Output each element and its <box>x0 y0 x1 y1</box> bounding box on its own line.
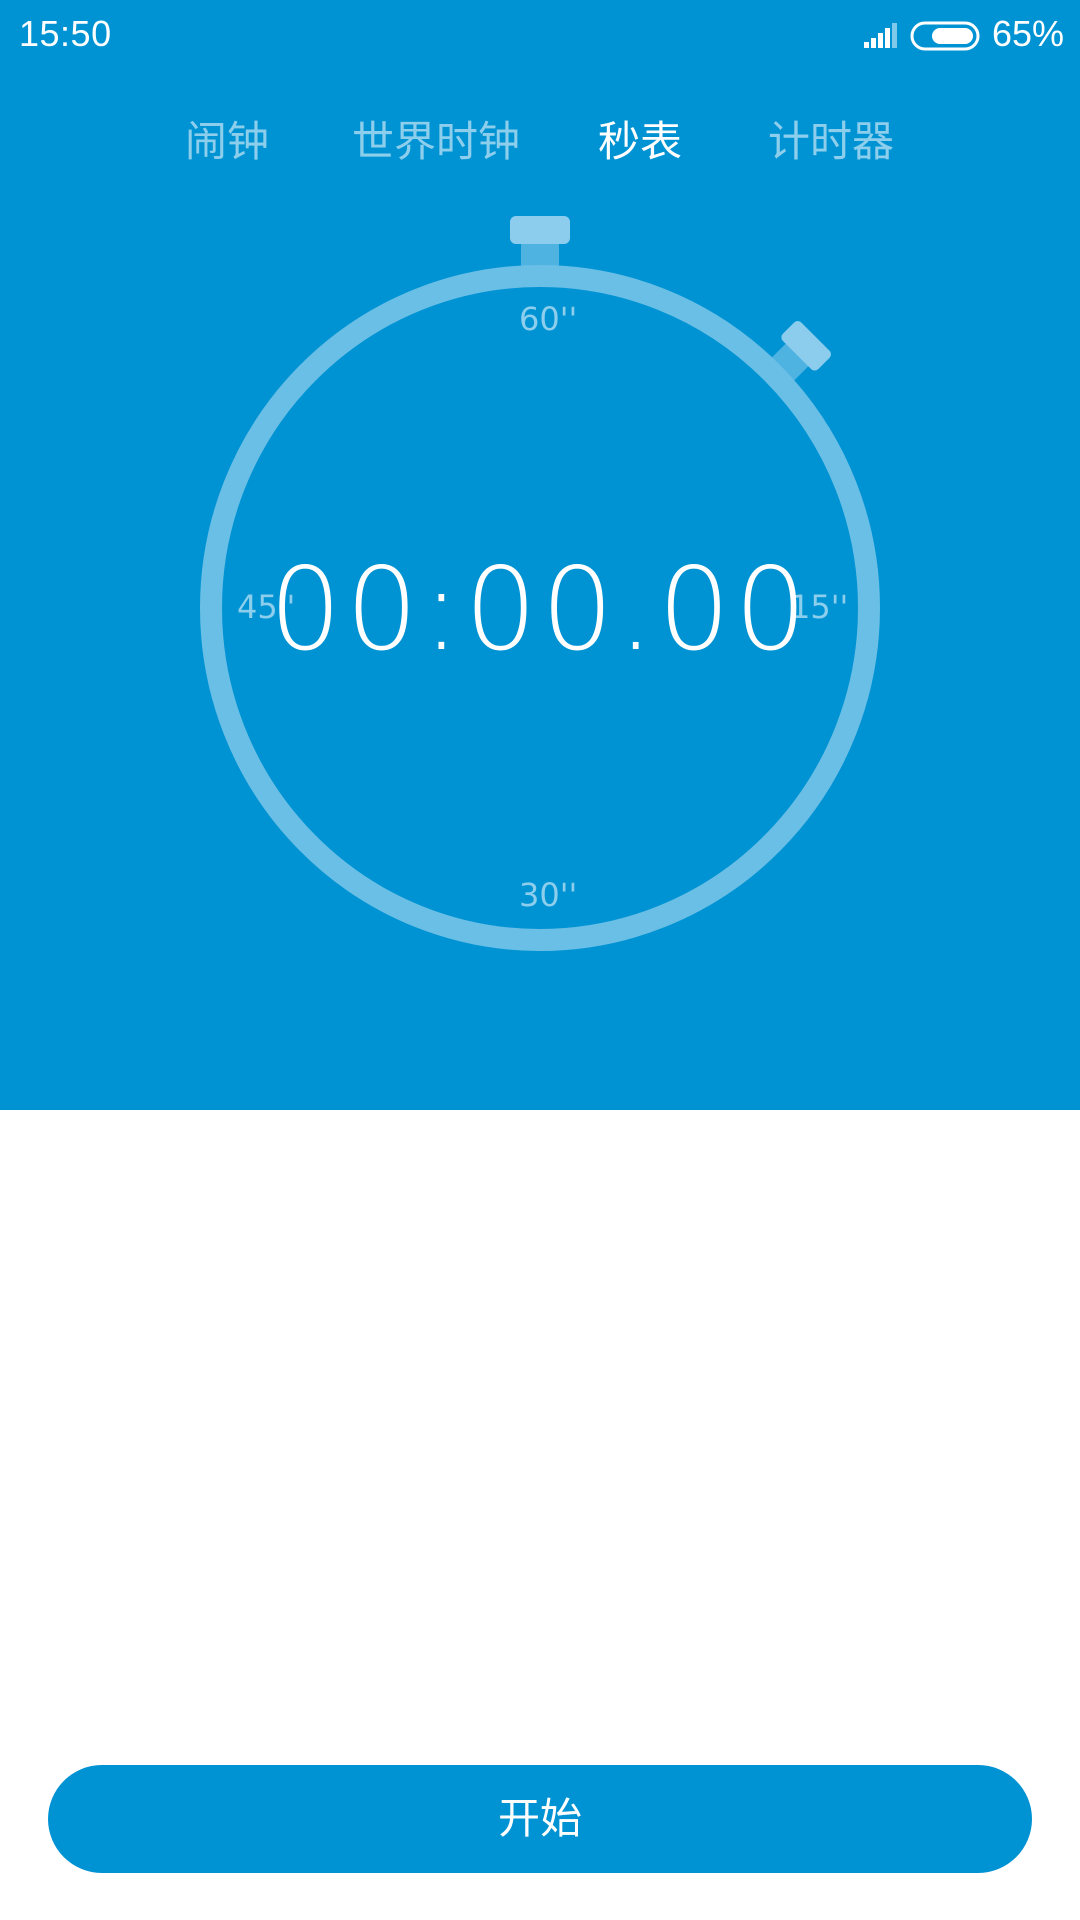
dial-mark-30: 30'' <box>519 876 578 914</box>
tab-world-clock[interactable]: 世界时钟 <box>352 112 520 172</box>
status-bar: 15:50 65% <box>0 0 1080 70</box>
status-time: 15:50 <box>19 13 112 54</box>
tab-alarm[interactable]: 闹钟 <box>185 112 269 172</box>
start-button[interactable]: 开始 <box>48 1765 1032 1873</box>
tab-stopwatch[interactable]: 秒表 <box>598 112 682 172</box>
stopwatch-crown <box>510 216 570 244</box>
tab-bar: 闹钟 世界时钟 秒表 计时器 <box>0 112 1080 172</box>
battery-percent: 65% <box>992 13 1065 54</box>
tab-timer[interactable]: 计时器 <box>768 112 894 172</box>
stopwatch-header-panel: 15:50 65% 闹钟 世界时钟 秒表 计时器 60'' 15'' 30'' … <box>0 0 1080 1110</box>
dial-mark-60: 60'' <box>519 300 578 338</box>
battery-icon <box>910 21 980 51</box>
stopwatch-time-display: 00:00.00 <box>269 543 811 676</box>
signal-icon <box>864 23 897 48</box>
